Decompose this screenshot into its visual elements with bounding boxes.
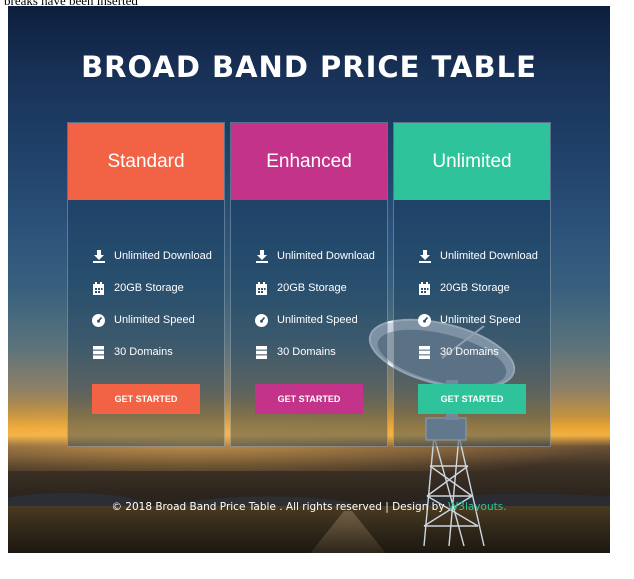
- footer: © 2018 Broad Band Price Table . All righ…: [8, 501, 610, 513]
- get-started-button-standard[interactable]: GET STARTED: [92, 384, 200, 414]
- feature-label: 20GB Storage: [440, 282, 510, 294]
- get-started-button-unlimited[interactable]: GET STARTED: [418, 384, 526, 414]
- feature-label: 30 Domains: [114, 346, 173, 358]
- speedometer-icon: [92, 313, 105, 327]
- price-card-enhanced: Enhanced Unlimited Download 20GB Storage…: [230, 122, 388, 447]
- feature-item: 30 Domains: [92, 336, 224, 368]
- calendar-icon: [255, 281, 268, 295]
- download-icon: [418, 249, 431, 263]
- calendar-icon: [418, 281, 431, 295]
- get-started-button-enhanced[interactable]: GET STARTED: [255, 384, 363, 414]
- feature-item: 30 Domains: [255, 336, 387, 368]
- server-icon: [418, 345, 431, 359]
- feature-label: Unlimited Download: [114, 250, 212, 262]
- feature-label: Unlimited Speed: [277, 314, 358, 326]
- feature-label: 30 Domains: [277, 346, 336, 358]
- feature-label: Unlimited Speed: [114, 314, 195, 326]
- speedometer-icon: [418, 313, 431, 327]
- feature-label: Unlimited Download: [440, 250, 538, 262]
- feature-item: Unlimited Speed: [255, 304, 387, 336]
- calendar-icon: [92, 281, 105, 295]
- feature-item: Unlimited Speed: [92, 304, 224, 336]
- download-icon: [255, 249, 268, 263]
- server-icon: [255, 345, 268, 359]
- feature-list: Unlimited Download 20GB Storage Unlimite…: [231, 200, 387, 368]
- feature-label: Unlimited Speed: [440, 314, 521, 326]
- plan-name-standard: Standard: [68, 123, 224, 200]
- feature-label: Unlimited Download: [277, 250, 375, 262]
- plan-name-unlimited: Unlimited: [394, 123, 550, 200]
- plan-name-enhanced: Enhanced: [231, 123, 387, 200]
- feature-item: 30 Domains: [418, 336, 550, 368]
- designer-link[interactable]: W3layouts.: [448, 501, 507, 513]
- download-icon: [92, 249, 105, 263]
- footer-copyright: © 2018 Broad Band Price Table . All righ…: [111, 501, 448, 513]
- feature-list: Unlimited Download 20GB Storage Unlimite…: [394, 200, 550, 368]
- server-icon: [92, 345, 105, 359]
- feature-item: 20GB Storage: [255, 272, 387, 304]
- speedometer-icon: [255, 313, 268, 327]
- feature-list: Unlimited Download 20GB Storage Unlimite…: [68, 200, 224, 368]
- hero-background: BROAD BAND PRICE TABLE Standard Unlimite…: [8, 6, 610, 553]
- feature-label: 30 Domains: [440, 346, 499, 358]
- feature-item: 20GB Storage: [418, 272, 550, 304]
- feature-label: 20GB Storage: [277, 282, 347, 294]
- feature-label: 20GB Storage: [114, 282, 184, 294]
- feature-item: Unlimited Download: [92, 240, 224, 272]
- price-card-standard: Standard Unlimited Download 20GB Storage…: [67, 122, 225, 447]
- feature-item: Unlimited Download: [255, 240, 387, 272]
- feature-item: Unlimited Download: [418, 240, 550, 272]
- page-title: BROAD BAND PRICE TABLE: [81, 50, 537, 84]
- feature-item: 20GB Storage: [92, 272, 224, 304]
- feature-item: Unlimited Speed: [418, 304, 550, 336]
- price-card-unlimited: Unlimited Unlimited Download 20GB Storag…: [393, 122, 551, 447]
